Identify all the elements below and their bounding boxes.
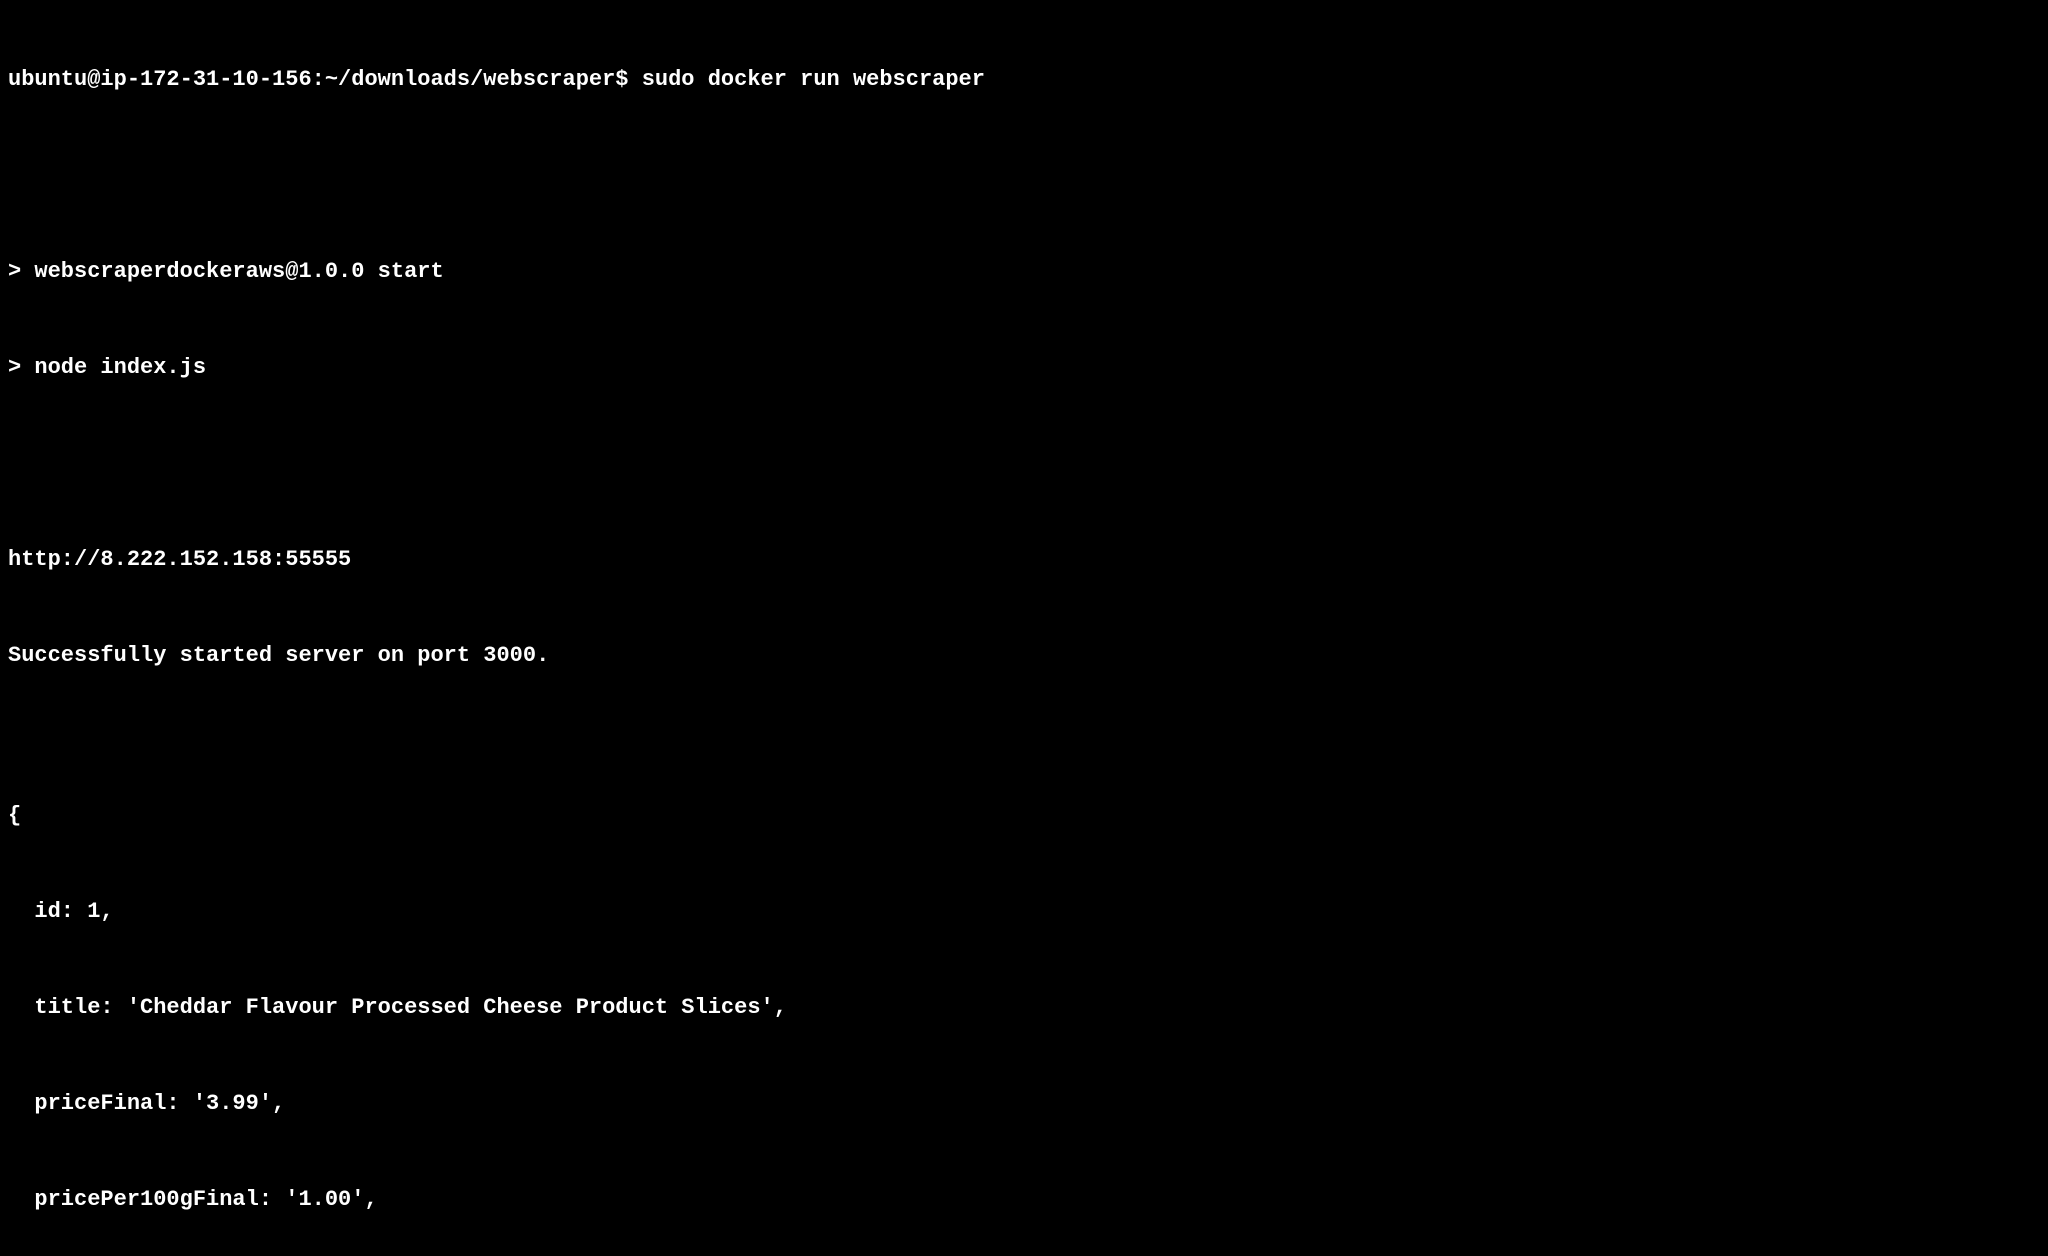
obj-title: title: 'Cheddar Flavour Processed Cheese… xyxy=(8,992,2040,1024)
proxy-url-line: http://8.222.152.158:55555 xyxy=(8,544,2040,576)
npm-start-line: > webscraperdockeraws@1.0.0 start xyxy=(8,256,2040,288)
obj-priceFinal: priceFinal: '3.99', xyxy=(8,1088,2040,1120)
blank-line xyxy=(8,448,2040,480)
obj-pricePer100gFinal: pricePer100gFinal: '1.00', xyxy=(8,1184,2040,1216)
object-open: { xyxy=(8,800,2040,832)
terminal-window[interactable]: ubuntu@ip-172-31-10-156:~/downloads/webs… xyxy=(0,0,2048,1256)
prompt-text: ubuntu@ip-172-31-10-156:~/downloads/webs… xyxy=(8,67,985,92)
server-started-line: Successfully started server on port 3000… xyxy=(8,640,2040,672)
npm-run-line: > node index.js xyxy=(8,352,2040,384)
obj-id: id: 1, xyxy=(8,896,2040,928)
blank-line xyxy=(8,160,2040,192)
prompt-line: ubuntu@ip-172-31-10-156:~/downloads/webs… xyxy=(8,64,2040,96)
